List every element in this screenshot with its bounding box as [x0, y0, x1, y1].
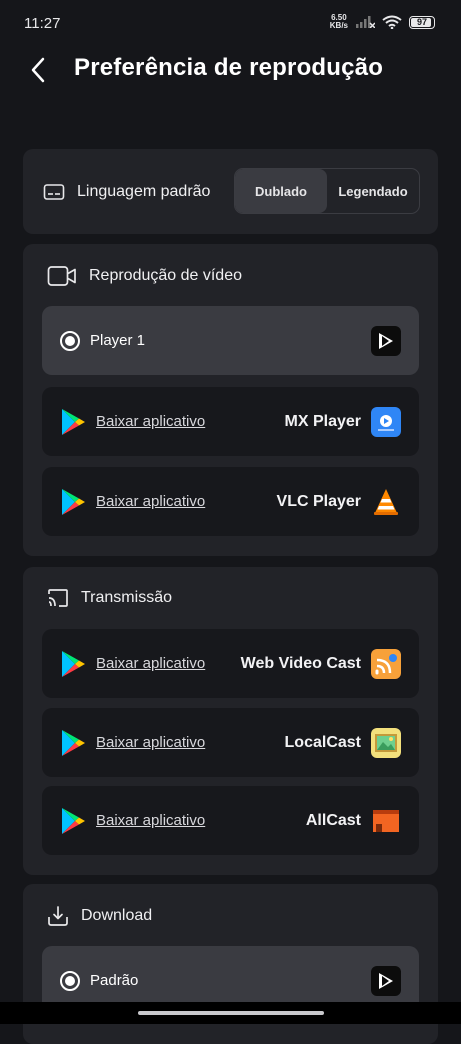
navigation-bar: [0, 1002, 461, 1024]
download-section-label: Download: [81, 907, 153, 924]
network-speed: 6.50 KB/s: [330, 14, 348, 30]
status-icons: 6.50 KB/s 97: [330, 14, 435, 30]
localcast-app-icon: [371, 727, 401, 758]
cast-option-web-video-cast[interactable]: Baixar aplicativo Web Video Cast: [42, 629, 419, 698]
cast-option-allcast[interactable]: Baixar aplicativo AllCast: [42, 786, 419, 855]
page-title: Preferência de reprodução: [74, 54, 384, 81]
google-play-icon: [62, 650, 85, 677]
chevron-left-icon: [31, 57, 45, 83]
status-time: 11:27: [24, 15, 61, 32]
language-option-legendado[interactable]: Legendado: [327, 169, 419, 213]
cellular-signal-icon: [356, 16, 375, 28]
network-speed-unit: KB/s: [329, 21, 348, 30]
language-card: Linguagem padrão Dublado Legendado: [23, 149, 438, 234]
app-name: MX Player: [284, 412, 361, 430]
player1-app-icon: [371, 325, 401, 356]
home-indicator[interactable]: [138, 1011, 324, 1015]
web-video-cast-app-icon: [371, 648, 401, 679]
cast-icon: [48, 589, 68, 607]
app-name: AllCast: [305, 811, 361, 829]
download-app-link[interactable]: Baixar aplicativo: [96, 413, 205, 430]
app-name: Web Video Cast: [240, 654, 361, 672]
player-option-player-1[interactable]: Player 1: [42, 306, 419, 375]
download-app-link[interactable]: Baixar aplicativo: [96, 734, 205, 751]
vlc-app-icon: [371, 487, 401, 517]
google-play-icon: [62, 729, 85, 756]
allcast-app-icon: [371, 806, 401, 836]
google-play-icon: [62, 488, 85, 515]
wifi-icon: [382, 15, 402, 29]
cast-option-localcast[interactable]: Baixar aplicativo LocalCast: [42, 708, 419, 777]
player-option-vlc-player[interactable]: Baixar aplicativo VLC Player: [42, 467, 419, 536]
cast-section-label: Transmissão: [81, 589, 172, 606]
back-button[interactable]: [22, 54, 54, 86]
language-label: Linguagem padrão: [77, 182, 211, 200]
cast-card: Transmissão Baixar aplicativo Web Video …: [23, 567, 438, 875]
app-name: LocalCast: [284, 733, 361, 751]
video-section-label: Reprodução de vídeo: [89, 267, 242, 284]
cast-section-header: Transmissão: [47, 586, 172, 610]
player-name: Padrão: [90, 972, 139, 989]
language-option-dublado[interactable]: Dublado: [235, 169, 327, 213]
battery-icon: 97: [409, 15, 435, 29]
app-name: VLC Player: [276, 492, 361, 510]
header: Preferência de reprodução: [0, 46, 461, 94]
battery-level: 97: [416, 17, 427, 27]
download-icon: [48, 906, 68, 926]
video-camera-icon: [47, 266, 76, 286]
subtitles-icon: [43, 183, 65, 200]
player-option-mx-player[interactable]: Baixar aplicativo MX Player: [42, 387, 419, 456]
video-section-header: Reprodução de vídeo: [47, 264, 242, 288]
video-playback-card: Reprodução de vídeo Player 1 Baixar apli…: [23, 244, 438, 556]
radio-selected-icon: [60, 970, 80, 991]
download-app-link[interactable]: Baixar aplicativo: [96, 812, 205, 829]
player-name: Player 1: [90, 332, 146, 349]
download-section-header: Download: [47, 904, 152, 928]
status-bar: 11:27 6.50 KB/s 97: [0, 0, 461, 46]
download-app-link[interactable]: Baixar aplicativo: [96, 493, 205, 510]
player1-app-icon: [371, 965, 401, 996]
google-play-icon: [62, 408, 85, 435]
language-row: Linguagem padrão: [43, 149, 210, 234]
mx-player-app-icon: [371, 406, 401, 437]
radio-selected-icon: [60, 330, 80, 351]
language-segmented-control: Dublado Legendado: [234, 168, 420, 214]
google-play-icon: [62, 807, 85, 834]
download-app-link[interactable]: Baixar aplicativo: [96, 655, 205, 672]
